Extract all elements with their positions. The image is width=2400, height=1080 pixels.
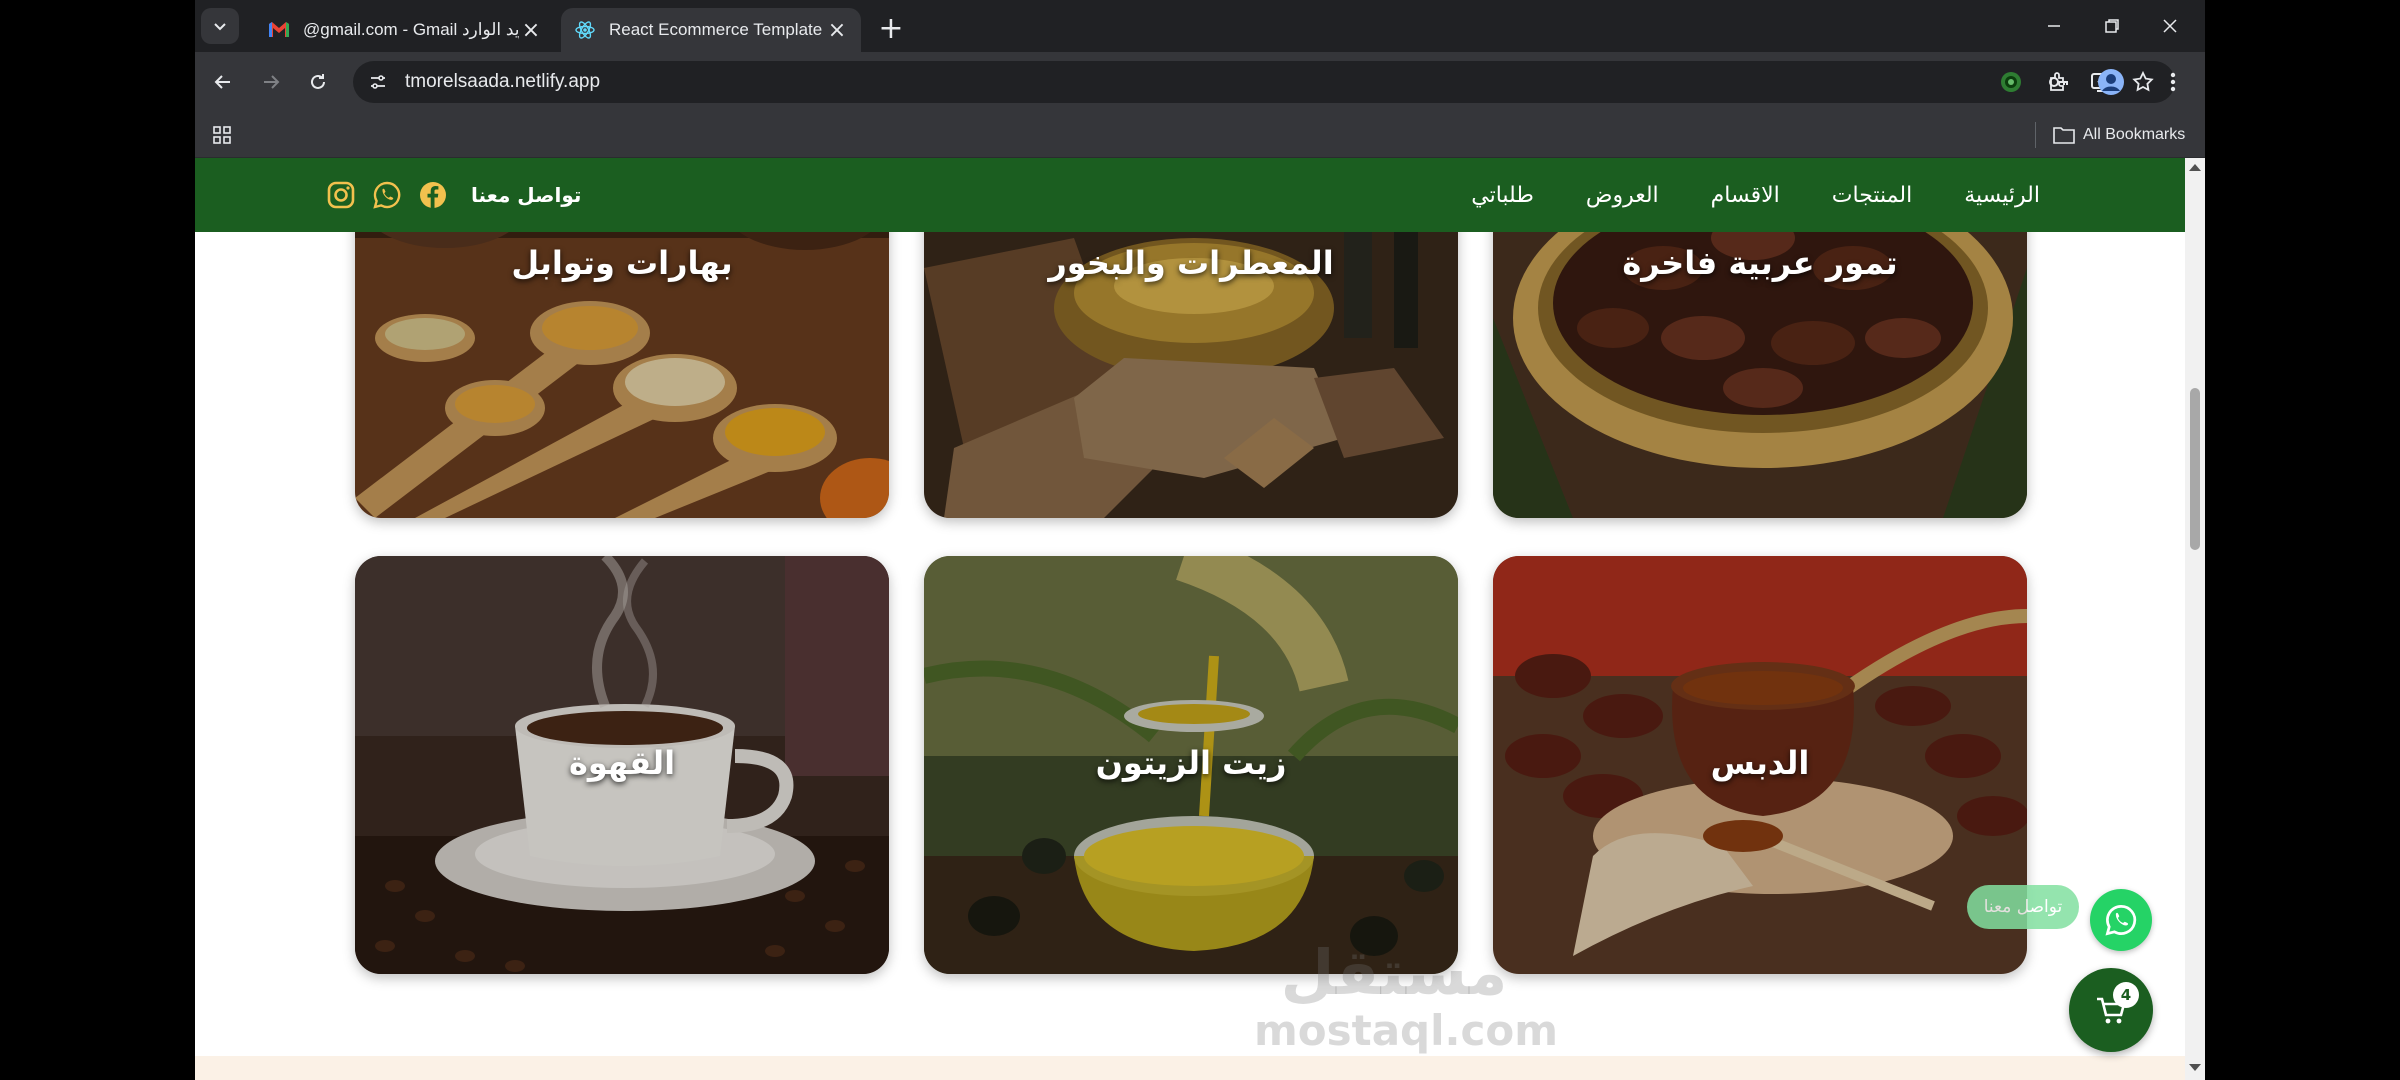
watermark-latin: mostaql.com [1254,1006,1558,1055]
category-label: زيت الزيتون [1095,744,1287,782]
menu-dots-icon[interactable] [2157,66,2189,98]
category-label: الدبس [1710,744,1810,782]
watermark-arabic: مستقل [1280,936,1508,1009]
minimize-button[interactable] [2025,6,2083,46]
browser-window: @gmail.com - Gmail البريد الوارد × React… [195,0,2205,1080]
reload-button[interactable] [300,64,336,100]
category-card-date-syrup[interactable]: الدبس [1493,556,2027,974]
close-window-button[interactable] [2141,6,2199,46]
star-icon[interactable] [2129,68,2157,96]
browser-toolbar: tmorelsaada.netlify.app [195,52,2205,112]
nav-my-orders[interactable]: طلباتي [1471,183,1534,208]
site-navbar: الرئيسية المنتجات الاقسام العروض طلباتي … [195,158,2185,232]
folder-icon [2053,127,2075,144]
all-bookmarks-button[interactable]: All Bookmarks [2053,120,2185,150]
page-scrollbar[interactable] [2185,158,2205,1080]
facebook-icon[interactable] [417,179,449,211]
scroll-down-arrow[interactable] [2189,1064,2201,1071]
screen: @gmail.com - Gmail البريد الوارد × React… [0,0,2400,1080]
gmail-icon [267,18,291,42]
scroll-up-arrow[interactable] [2189,164,2201,171]
react-icon [573,18,597,42]
arrow-left-icon [214,75,230,89]
nav-home[interactable]: الرئيسية [1964,183,2040,208]
contact-label[interactable]: تواصل معنا [471,183,581,207]
new-tab-button[interactable]: + [873,10,909,46]
extension-record-icon[interactable] [1995,66,2027,98]
reload-icon [311,74,325,89]
page-viewport: الرئيسية المنتجات الاقسام العروض طلباتي … [195,158,2185,1080]
tab-search-button[interactable] [201,8,239,44]
close-icon [2163,19,2177,33]
instagram-icon[interactable] [325,179,357,211]
extensions-icon[interactable] [2043,66,2075,98]
apps-grid-icon[interactable] [207,120,237,150]
minimize-icon [2048,25,2060,27]
nav-links: الرئيسية المنتجات الاقسام العروض طلباتي [1471,158,2040,232]
cart-float-button[interactable]: 4 [2069,968,2153,1052]
close-icon[interactable]: × [825,18,849,43]
all-bookmarks-label: All Bookmarks [2083,126,2186,143]
tab-title: @gmail.com - Gmail البريد الوارد [303,20,519,39]
category-card-olive-oil[interactable]: زيت الزيتون [924,556,1458,974]
category-label: المعطرات والبخور [1048,244,1334,282]
whatsapp-contact-pill[interactable]: تواصل معنا [1967,885,2079,929]
bookmarks-bar: All Bookmarks [195,112,2205,158]
tab-gmail[interactable]: @gmail.com - Gmail البريد الوارد × [255,8,555,52]
bookmarks-separator [2035,122,2036,148]
scroll-thumb[interactable] [2190,388,2200,550]
arrow-right-icon [264,75,280,89]
close-icon[interactable]: × [519,18,543,43]
whatsapp-float-button[interactable] [2090,889,2152,951]
site-info-icon[interactable] [363,67,393,97]
whatsapp-icon[interactable] [371,179,403,211]
forward-button[interactable] [253,64,289,100]
next-section-strip [195,1056,2185,1080]
category-card-coffee[interactable]: القهوة [355,556,889,974]
address-bar[interactable]: tmorelsaada.netlify.app [353,61,2175,103]
profile-avatar[interactable] [2095,66,2127,98]
tab-strip: @gmail.com - Gmail البريد الوارد × React… [195,0,2205,52]
category-label: تمور عربية فاخرة [1622,244,1898,282]
restore-icon [2105,19,2119,33]
watermark: مستقل mostaql.com [1254,936,1558,1055]
nav-offers[interactable]: العروض [1586,183,1659,208]
restore-button[interactable] [2083,6,2141,46]
url-text: tmorelsaada.netlify.app [405,71,601,92]
contact-area: تواصل معنا [325,158,581,232]
nav-categories[interactable]: الاقسام [1711,183,1780,208]
tab-react-ecommerce[interactable]: React Ecommerce Template × [561,8,861,52]
tab-title: React Ecommerce Template [609,20,823,39]
category-label: القهوة [568,744,676,782]
cart-count-badge: 4 [2113,982,2139,1008]
category-label: بهارات وتوابل [511,244,733,282]
whatsapp-icon [2105,905,2137,936]
nav-products[interactable]: المنتجات [1832,183,1912,208]
back-button[interactable] [205,64,241,100]
chevron-down-icon [214,23,226,31]
